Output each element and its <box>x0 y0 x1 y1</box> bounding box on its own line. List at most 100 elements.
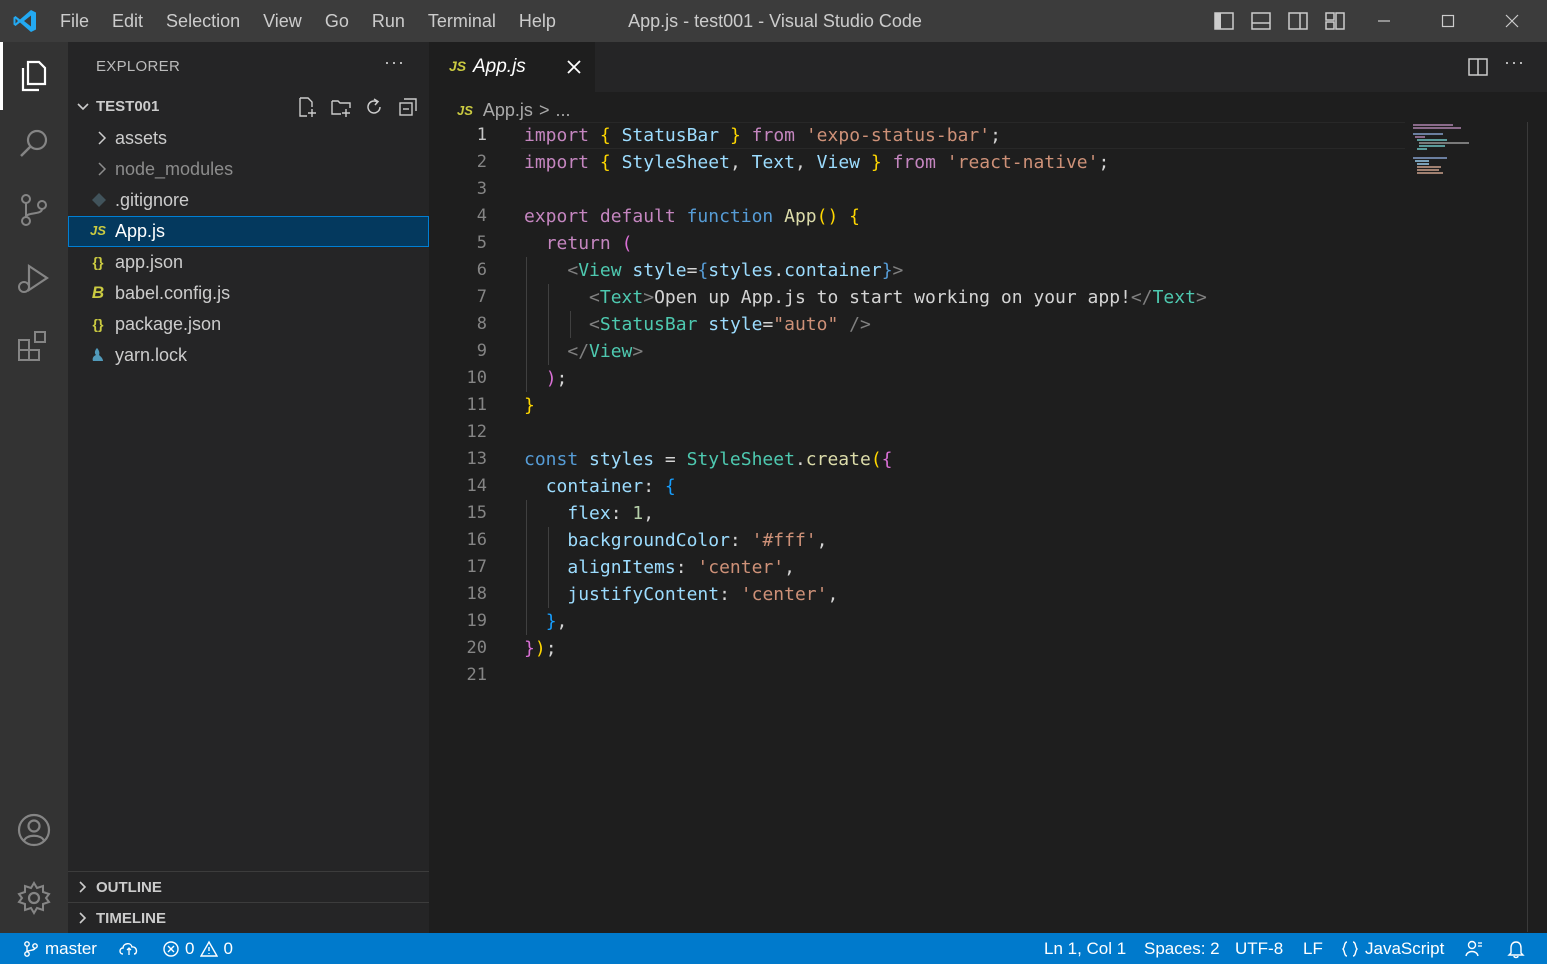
feedback-button[interactable] <box>1464 933 1489 964</box>
folder-header[interactable]: TEST001 <box>68 92 429 122</box>
chevron-right-icon <box>98 131 107 145</box>
code-text: </View> <box>567 341 644 362</box>
line-number: 1 <box>476 125 487 145</box>
refresh-icon[interactable] <box>363 96 385 118</box>
tree-item-babel-config[interactable]: B babel.config.js <box>68 278 429 309</box>
code-line: 15 flex: 1, <box>429 500 1429 527</box>
tree-item-label: node_modules <box>115 159 234 179</box>
js-file-icon: JS <box>449 58 467 74</box>
line-number: 5 <box>476 233 487 253</box>
explorer-title: EXPLORER <box>96 58 181 75</box>
encoding-status[interactable]: UTF-8 <box>1235 933 1283 964</box>
line-number: 21 <box>466 665 487 685</box>
toggle-panel-icon[interactable] <box>1250 10 1272 32</box>
minimap[interactable] <box>1411 122 1501 182</box>
code-line: 11 } <box>429 392 1429 419</box>
warning-count: 0 <box>223 938 233 958</box>
customize-layout-icon[interactable] <box>1324 10 1346 32</box>
tab-bar: JS App.js ··· <box>429 42 1547 92</box>
code-editor[interactable]: 1 import { StatusBar } from 'expo-status… <box>429 122 1547 933</box>
tree-item-app-js[interactable]: JS App.js <box>68 216 429 247</box>
branch-status[interactable]: master <box>22 933 97 964</box>
code-line: 20 }); <box>429 635 1429 662</box>
explorer-icon[interactable] <box>14 56 54 96</box>
breadcrumb-symbols[interactable]: ... <box>555 100 570 121</box>
tree-item-node-modules[interactable]: node_modules <box>68 154 429 185</box>
breadcrumb-file[interactable]: App.js <box>483 100 533 121</box>
yarn-file-icon <box>92 348 103 361</box>
timeline-label: TIMELINE <box>96 910 166 927</box>
cursor-position-label: Ln 1, Col 1 <box>1044 938 1127 958</box>
tab-label: App.js <box>473 56 526 77</box>
new-file-icon[interactable] <box>296 96 318 118</box>
indentation-status[interactable]: Spaces: 2 <box>1144 933 1220 964</box>
outline-label: OUTLINE <box>96 879 162 896</box>
outline-section-header[interactable]: OUTLINE <box>68 871 429 902</box>
collapse-all-icon[interactable] <box>397 96 419 118</box>
extensions-icon[interactable] <box>14 326 54 366</box>
status-bar: master 0 0 Ln 1, Col 1 Spaces: 2 UTF-8 L… <box>0 933 1547 964</box>
source-control-icon[interactable] <box>14 190 54 230</box>
menu-terminal[interactable]: Terminal <box>428 11 496 32</box>
menu-go[interactable]: Go <box>325 11 349 32</box>
menu-file[interactable]: File <box>60 11 89 32</box>
menu-run[interactable]: Run <box>372 11 405 32</box>
warning-icon <box>200 940 219 957</box>
folder-name: TEST001 <box>96 98 160 115</box>
eol-status[interactable]: LF <box>1303 933 1323 964</box>
code-text: justifyContent: 'center', <box>567 584 839 605</box>
new-folder-icon[interactable] <box>330 96 352 118</box>
line-number: 2 <box>476 152 487 172</box>
timeline-section-header[interactable]: TIMELINE <box>68 902 429 933</box>
line-number: 15 <box>466 503 487 523</box>
indentation-label: Spaces: 2 <box>1144 938 1220 958</box>
code-text: }, <box>545 611 568 632</box>
search-icon[interactable] <box>14 124 54 164</box>
close-icon[interactable] <box>565 58 583 76</box>
code-text: import { StyleSheet, Text, View } from '… <box>524 152 1110 173</box>
breadcrumb: JS App.js > ... <box>457 98 570 122</box>
run-debug-icon[interactable] <box>14 258 54 298</box>
accounts-icon[interactable] <box>14 810 54 850</box>
tree-item-yarn-lock[interactable]: yarn.lock <box>68 340 429 371</box>
close-icon <box>1505 14 1519 28</box>
language-mode[interactable]: JavaScript <box>1340 933 1444 964</box>
menu-selection[interactable]: Selection <box>166 11 240 32</box>
editor-more-actions-button[interactable]: ··· <box>1504 52 1525 73</box>
activity-bar <box>0 42 68 933</box>
cursor-position[interactable]: Ln 1, Col 1 <box>1044 933 1126 964</box>
tree-item-label: .gitignore <box>115 190 190 210</box>
tree-item-gitignore[interactable]: .gitignore <box>68 185 429 216</box>
code-line: 4 export default function App() { <box>429 203 1429 230</box>
manage-gear-icon[interactable] <box>14 878 54 918</box>
maximize-button[interactable] <box>1416 0 1480 42</box>
tree-item-assets[interactable]: assets <box>68 123 429 154</box>
code-line: 10 ); <box>429 365 1429 392</box>
explorer-more-actions-button[interactable]: ··· <box>384 52 405 73</box>
split-editor-icon[interactable] <box>1467 56 1489 78</box>
code-text: <View style={styles.container}> <box>567 260 904 281</box>
menu-edit[interactable]: Edit <box>112 11 143 32</box>
toggle-primary-sidebar-icon[interactable] <box>1213 10 1235 32</box>
code-line: 6 <View style={styles.container}> <box>429 257 1429 284</box>
line-number: 12 <box>466 422 487 442</box>
tab-app-js[interactable]: JS App.js <box>429 42 595 92</box>
problems-status[interactable]: 0 0 <box>162 933 233 964</box>
line-number: 17 <box>466 557 487 577</box>
sync-status[interactable] <box>118 933 145 964</box>
menu-view[interactable]: View <box>263 11 302 32</box>
line-number: 20 <box>466 638 487 658</box>
menu-help[interactable]: Help <box>519 11 556 32</box>
code-line: 1 import { StatusBar } from 'expo-status… <box>429 122 1429 149</box>
notifications-button[interactable] <box>1506 933 1531 964</box>
vertical-scrollbar[interactable] <box>1527 122 1528 932</box>
tree-item-package-json[interactable]: {} package.json <box>68 309 429 340</box>
feedback-icon <box>1465 940 1482 956</box>
line-number: 3 <box>476 179 487 199</box>
toggle-secondary-sidebar-icon[interactable] <box>1287 10 1309 32</box>
tree-item-app-json[interactable]: {} app.json <box>68 247 429 278</box>
minimize-button[interactable] <box>1352 0 1416 42</box>
code-text: alignItems: 'center', <box>567 557 795 578</box>
eol-label: LF <box>1303 938 1323 958</box>
close-window-button[interactable] <box>1480 0 1544 42</box>
